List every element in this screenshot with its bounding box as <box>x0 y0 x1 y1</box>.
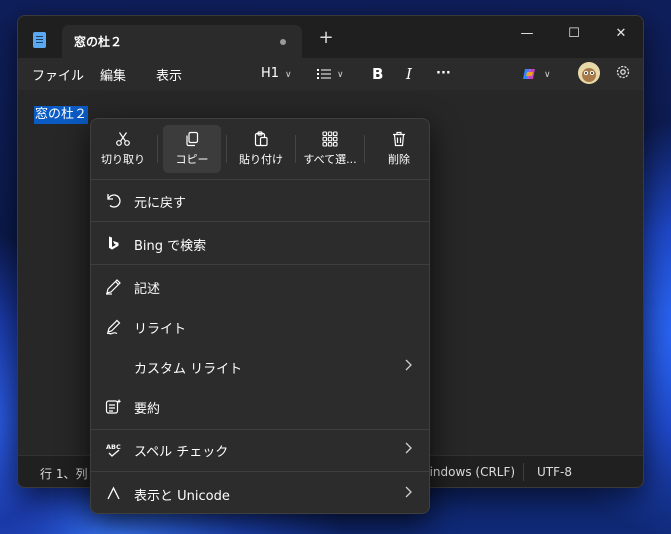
chevron-right-icon <box>403 358 413 372</box>
action-divider <box>364 135 365 163</box>
bold-button[interactable]: B <box>372 64 383 84</box>
bing-icon <box>105 235 122 252</box>
menu-item-summarize[interactable]: 要約 <box>91 388 429 424</box>
menu-separator <box>91 221 429 222</box>
copy-label: コピー <box>175 153 209 166</box>
menu-bar: ファイル 編集 表示 H1 ∨ ∨ B I ··· ∨ <box>18 58 643 90</box>
trash-icon <box>391 131 407 147</box>
tab-title: 窓の杜２ <box>74 35 123 49</box>
write-icon <box>105 278 122 295</box>
menu-item-unicode[interactable]: 表示と Unicode <box>91 475 429 511</box>
copilot-icon <box>522 66 538 82</box>
menu-file[interactable]: ファイル <box>32 65 84 84</box>
italic-button[interactable]: I <box>406 64 412 84</box>
delete-label: 削除 <box>388 153 410 166</box>
paste-label: 貼り付け <box>239 153 283 166</box>
tab-document[interactable]: 窓の杜２ <box>62 25 302 58</box>
heading-label: H1 <box>261 66 280 81</box>
menu-item-write[interactable]: 記述 <box>91 268 429 304</box>
chevron-down-icon: ∨ <box>285 70 292 80</box>
action-divider <box>157 135 158 163</box>
encoding[interactable]: UTF-8 <box>537 465 572 479</box>
delete-button[interactable]: 削除 <box>370 125 428 173</box>
menu-item-label: 記述 <box>134 282 161 297</box>
menu-separator <box>91 179 429 180</box>
list-icon <box>317 68 331 80</box>
minimize-button[interactable]: — <box>504 20 550 48</box>
unicode-icon <box>105 485 122 502</box>
menu-item-label: リライト <box>134 322 187 337</box>
menu-separator <box>91 429 429 430</box>
settings-gear-icon[interactable] <box>615 64 631 84</box>
menu-item-spell-check[interactable]: ABC スペル チェック <box>91 431 429 467</box>
menu-item-custom-rewrite[interactable]: カスタム リライト <box>91 348 429 384</box>
action-divider <box>295 135 296 163</box>
notepad-icon <box>33 32 46 48</box>
spell-check-icon: ABC <box>105 441 122 458</box>
avatar[interactable] <box>578 62 600 84</box>
chevron-right-icon <box>403 485 413 499</box>
menu-edit[interactable]: 編集 <box>100 65 126 84</box>
chevron-down-icon: ∨ <box>544 70 551 80</box>
menu-separator <box>91 471 429 472</box>
heading-dropdown[interactable]: H1 ∨ <box>261 64 292 84</box>
rewrite-icon <box>105 318 122 335</box>
line-ending[interactable]: Windows (CRLF) <box>418 465 515 479</box>
menu-item-label: 要約 <box>134 402 161 417</box>
maximize-button[interactable]: ☐ <box>551 20 597 48</box>
cut-label: 切り取り <box>101 153 145 166</box>
chevron-right-icon <box>403 441 413 455</box>
menu-item-undo[interactable]: 元に戻す <box>91 182 429 218</box>
summarize-icon <box>105 398 122 415</box>
menu-item-bing-search[interactable]: Bing で検索 <box>91 225 429 261</box>
more-button[interactable]: ··· <box>436 64 451 84</box>
select-all-button[interactable]: すべて選... <box>301 125 359 173</box>
action-divider <box>226 135 227 163</box>
context-action-bar: 切り取り コピー 貼り付け すべて選... 削除 <box>91 119 429 179</box>
menu-item-rewrite[interactable]: リライト <box>91 308 429 344</box>
menu-item-label: 表示と Unicode <box>134 489 230 504</box>
paste-button[interactable]: 貼り付け <box>232 125 290 173</box>
select-all-label: すべて選... <box>303 153 357 166</box>
copy-icon <box>184 131 200 147</box>
menu-item-label: スペル チェック <box>134 445 229 460</box>
context-menu: 切り取り コピー 貼り付け すべて選... 削除 元に戻す Bing で検索 記… <box>90 118 430 514</box>
cut-button[interactable]: 切り取り <box>94 125 152 173</box>
new-tab-button[interactable]: + <box>316 28 336 48</box>
undo-icon <box>105 192 122 209</box>
menu-item-label: 元に戻す <box>134 196 187 211</box>
scissors-icon <box>115 131 131 147</box>
chevron-down-icon: ∨ <box>337 70 344 80</box>
status-divider <box>523 463 524 481</box>
copilot-button[interactable]: ∨ <box>522 64 551 84</box>
copy-button[interactable]: コピー <box>163 125 221 173</box>
menu-view[interactable]: 表示 <box>156 65 182 84</box>
select-all-icon <box>322 131 338 147</box>
list-dropdown[interactable]: ∨ <box>317 64 344 84</box>
title-bar: 窓の杜２ + — ☐ ✕ <box>18 16 643 58</box>
paste-icon <box>253 131 269 147</box>
menu-item-label: Bing で検索 <box>134 239 207 254</box>
menu-separator <box>91 264 429 265</box>
selected-text[interactable]: 窓の杜２ <box>34 106 89 124</box>
menu-item-label: カスタム リライト <box>134 362 243 377</box>
unsaved-dot-icon[interactable] <box>280 39 286 45</box>
close-button[interactable]: ✕ <box>598 20 643 48</box>
